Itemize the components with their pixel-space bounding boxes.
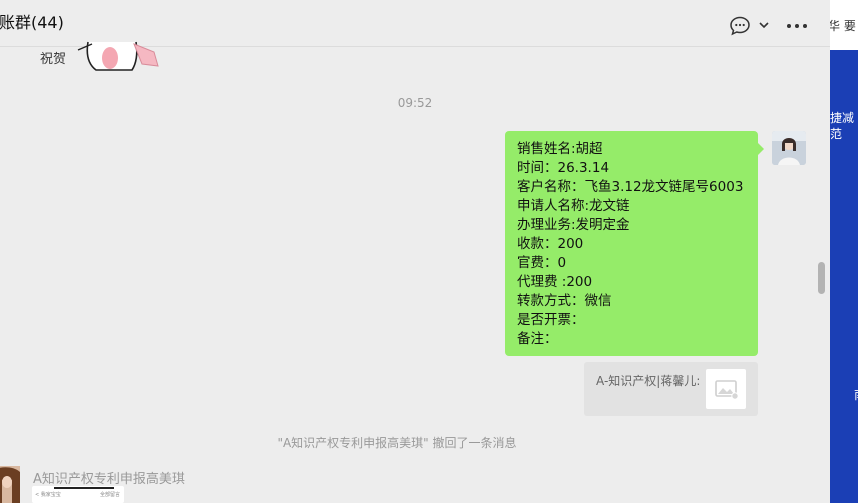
preview-right-text: 全部留言	[99, 492, 120, 498]
message-line: 转款方式：微信	[517, 293, 612, 309]
sticker-text: 祝贺	[40, 52, 67, 67]
message-line: 备注：	[517, 331, 558, 347]
timestamp: 09:52	[397, 96, 433, 110]
chevron-down-icon[interactable]	[758, 18, 770, 32]
message-line: 代理费 :200	[517, 274, 593, 290]
chat-window: 账群(44) 祝贺 09:52 销售姓名:胡超 时间：26.3.14 客户名称：…	[0, 0, 830, 503]
chat-bubble-icon[interactable]	[729, 16, 751, 36]
message-line: 收款：200	[517, 236, 584, 252]
quoted-message-text: A-知识产权|蒋馨儿:	[596, 374, 701, 388]
image-placeholder-icon[interactable]	[706, 369, 746, 409]
chat-title: 账群(44)	[0, 13, 64, 32]
member-avatar[interactable]	[0, 466, 20, 503]
recall-notice: "A知识产权专利申报高美琪" 撤回了一条消息	[277, 436, 517, 450]
background-text-top: 华 要	[830, 19, 856, 33]
message-line: 办理业务:发明定金	[517, 217, 630, 233]
message-line: 时间：26.3.14	[517, 160, 610, 176]
background-text-bottom: 南	[854, 387, 858, 403]
background-window-strip: 华 要 捷减 范 南	[830, 0, 858, 503]
preview-bar	[54, 487, 114, 489]
message-line: 客户名称：飞鱼3.12龙文链尾号6003	[517, 179, 744, 195]
sender-avatar[interactable]	[772, 131, 806, 165]
message-bubble[interactable]: 销售姓名:胡超 时间：26.3.14 客户名称：飞鱼3.12龙文链尾号6003 …	[505, 131, 764, 356]
sender-name: A知识产权专利申报高美琪	[33, 472, 185, 487]
message-line: 申请人名称:龙文链	[517, 198, 630, 214]
quoted-message[interactable]: A-知识产权|蒋馨儿:	[584, 362, 758, 416]
message-line: 是否开票：	[517, 312, 585, 328]
more-icon[interactable]	[785, 17, 809, 35]
background-text-mid: 捷减 范	[830, 111, 855, 141]
message-line: 官费：0	[517, 255, 567, 271]
scrollbar-thumb[interactable]	[818, 262, 825, 294]
preview-left-text: < 我家宝宝	[35, 492, 61, 498]
image-message-preview[interactable]: < 我家宝宝 全部留言	[32, 486, 124, 503]
message-line: 销售姓名:胡超	[517, 141, 603, 157]
